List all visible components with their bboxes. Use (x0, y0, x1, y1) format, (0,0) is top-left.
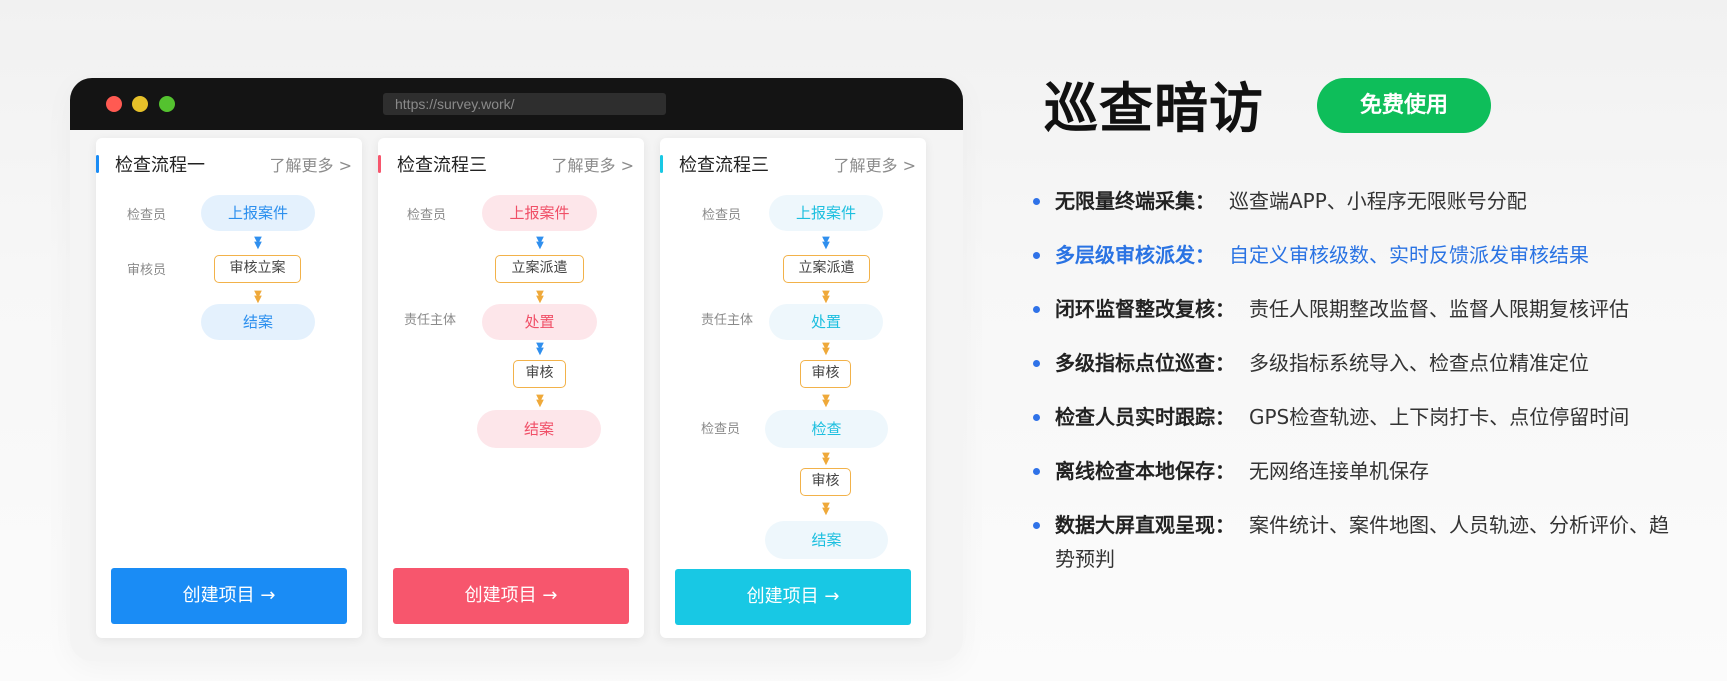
workflow-card-1: 检查流程一 了解更多 > 检查员 审核员 上报案件 ▼ ▼ 审核立案 ▼ ▼ 结案 … (96, 138, 362, 638)
free-use-button[interactable]: 免费使用 (1317, 78, 1491, 133)
feature-label: 离线检查本地保存 (1055, 459, 1215, 483)
feature-item: 离线检查本地保存： 无网络连接单机保存 (1033, 454, 1683, 488)
flow-arrow-icon: ▼ ▼ (536, 393, 544, 409)
flow-arrow-icon: ▼ ▼ (822, 451, 830, 467)
card-title: 检查流程三 (397, 155, 487, 176)
flow-arrow-icon: ▼ ▼ (822, 501, 830, 517)
step-handle: 处置 (769, 304, 883, 340)
bullet-icon (1033, 198, 1040, 205)
feature-text: 自定义审核级数、实时反馈派发审核结果 (1229, 243, 1589, 267)
workflow-card-2: 检查流程三 了解更多 > 检查员 责任主体 上报案件 ▼ ▼ 立案派遣 ▼ ▼ 处置… (378, 138, 644, 638)
feature-colon: ： (1195, 189, 1215, 213)
role-label: 责任主体 (701, 313, 754, 328)
create-project-button[interactable]: 创建项目 → (111, 568, 347, 624)
feature-label: 无限量终端采集 (1055, 189, 1195, 213)
minimize-window-dot[interactable] (132, 96, 148, 112)
step-close-case: 结案 (477, 410, 601, 448)
flow-arrow-icon: ▼ ▼ (822, 393, 830, 409)
create-project-button[interactable]: 创建项目 → (393, 568, 629, 624)
browser-titlebar: https://survey.work/ (70, 78, 963, 130)
step-inspect: 检查 (765, 410, 888, 448)
feature-item: 闭环监督整改复核： 责任人限期整改监督、监督人限期复核评估 (1033, 292, 1683, 326)
step-review: 审核 (513, 360, 566, 388)
flow-arrow-icon: ▼ ▼ (254, 235, 262, 251)
learn-more-link[interactable]: 了解更多 > (834, 154, 917, 178)
feature-colon: ： (1195, 243, 1215, 267)
feature-text: GPS检查轨迹、上下岗打卡、点位停留时间 (1249, 405, 1630, 429)
card-title: 检查流程一 (115, 155, 205, 176)
bullet-icon (1033, 360, 1040, 367)
feature-text: 巡查端APP、小程序无限账号分配 (1229, 189, 1527, 213)
flow-arrow-icon: ▼ ▼ (536, 341, 544, 357)
feature-item: 多层级审核派发： 自定义审核级数、实时反馈派发审核结果 (1033, 238, 1683, 272)
feature-colon: ： (1215, 297, 1235, 321)
bullet-icon (1033, 468, 1040, 475)
step-review: 审核 (800, 468, 851, 496)
role-label: 审核员 (127, 263, 167, 278)
feature-colon: ： (1215, 405, 1235, 429)
feature-item: 无限量终端采集： 巡查端APP、小程序无限账号分配 (1033, 184, 1683, 218)
step-report-case: 上报案件 (769, 195, 883, 231)
flow-arrow-icon: ▼ ▼ (254, 289, 262, 305)
bullet-icon (1033, 414, 1040, 421)
feature-label: 闭环监督整改复核 (1055, 297, 1215, 321)
bullet-icon (1033, 306, 1040, 313)
feature-colon: ： (1215, 351, 1235, 375)
workflow-card-3: 检查流程三 了解更多 > 检查员 责任主体 检查员 上报案件 ▼ ▼ 立案派遣 ▼… (660, 138, 926, 638)
learn-more-link[interactable]: 了解更多 > (552, 154, 635, 178)
step-report-case: 上报案件 (482, 195, 597, 231)
feature-item: 数据大屏直观呈现： 案件统计、案件地图、人员轨迹、分析评价、趋势预判 (1033, 508, 1683, 576)
feature-label: 多级指标点位巡查 (1055, 351, 1215, 375)
role-label: 检查员 (127, 208, 167, 223)
feature-list: 无限量终端采集： 巡查端APP、小程序无限账号分配 多层级审核派发： 自定义审核级数… (1033, 184, 1683, 596)
maximize-window-dot[interactable] (159, 96, 175, 112)
flow-arrow-icon: ▼ ▼ (536, 289, 544, 305)
bullet-icon (1033, 522, 1040, 529)
role-label: 检查员 (701, 422, 741, 437)
feature-text: 无网络连接单机保存 (1249, 459, 1429, 483)
step-handle: 处置 (482, 304, 597, 340)
step-review-filing: 审核立案 (214, 255, 301, 283)
step-review: 审核 (800, 360, 851, 388)
page-title: 巡查暗访 (1044, 77, 1264, 140)
step-dispatch: 立案派遣 (495, 255, 584, 283)
step-close-case: 结案 (201, 304, 315, 340)
url-bar[interactable]: https://survey.work/ (383, 93, 666, 115)
feature-label: 多层级审核派发 (1055, 243, 1195, 267)
flow-arrow-icon: ▼ ▼ (822, 341, 830, 357)
flow-arrow-icon: ▼ ▼ (536, 235, 544, 251)
learn-more-link[interactable]: 了解更多 > (270, 154, 353, 178)
feature-text: 多级指标系统导入、检查点位精准定位 (1249, 351, 1589, 375)
bullet-icon (1033, 252, 1040, 259)
feature-colon: ： (1215, 459, 1235, 483)
card-title-accent (378, 155, 381, 173)
feature-colon: ： (1215, 513, 1235, 537)
close-window-dot[interactable] (106, 96, 122, 112)
role-label: 责任主体 (404, 313, 457, 328)
card-title-accent (660, 155, 663, 173)
browser-mockup: https://survey.work/ 检查流程一 了解更多 > 检查员 审核… (70, 78, 963, 661)
flow-arrow-icon: ▼ ▼ (822, 289, 830, 305)
feature-item: 检查人员实时跟踪： GPS检查轨迹、上下岗打卡、点位停留时间 (1033, 400, 1683, 434)
flow-arrow-icon: ▼ ▼ (822, 235, 830, 251)
step-close-case: 结案 (765, 521, 888, 559)
feature-text: 责任人限期整改监督、监督人限期复核评估 (1249, 297, 1629, 321)
create-project-button[interactable]: 创建项目 → (675, 569, 911, 625)
role-label: 检查员 (407, 208, 447, 223)
feature-label: 检查人员实时跟踪 (1055, 405, 1215, 429)
card-title: 检查流程三 (679, 155, 769, 176)
feature-item: 多级指标点位巡查： 多级指标系统导入、检查点位精准定位 (1033, 346, 1683, 380)
role-label: 检查员 (702, 208, 742, 223)
feature-label: 数据大屏直观呈现 (1055, 513, 1215, 537)
card-title-accent (96, 155, 99, 173)
step-dispatch: 立案派遣 (783, 255, 870, 283)
step-report-case: 上报案件 (201, 195, 315, 231)
